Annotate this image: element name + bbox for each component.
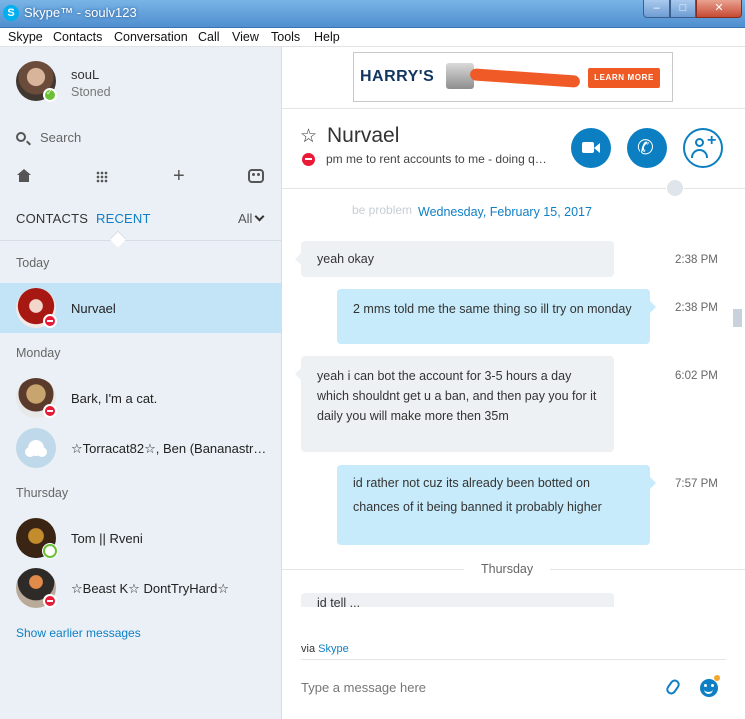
add-people-button[interactable]: +	[683, 128, 723, 168]
close-button[interactable]: ✕	[696, 0, 742, 18]
message-bubble-outgoing[interactable]: 2 mms told me the same thing so ill try …	[337, 289, 656, 344]
message-bubble-outgoing[interactable]: id rather not cuz its already been botte…	[337, 465, 656, 545]
minimize-button[interactable]: –	[643, 0, 670, 18]
message-time: 6:02 PM	[675, 370, 718, 382]
scrollbar-thumb[interactable]	[733, 309, 742, 327]
section-monday: Monday	[16, 346, 61, 360]
menu-call[interactable]: Call	[198, 30, 220, 44]
menu-bar: Skype Contacts Conversation Call View To…	[0, 28, 745, 47]
dialpad-icon[interactable]	[96, 171, 108, 183]
conversation-pane: HARRY'S LEARN MORE ☆ Nurvael pm me to re…	[282, 47, 745, 719]
tab-recent[interactable]: RECENT	[96, 211, 151, 226]
emoticon-badge	[714, 675, 720, 681]
message-time: 7:57 PM	[675, 478, 718, 490]
ad-brand: HARRY'S	[360, 68, 435, 85]
search-icon	[16, 132, 26, 142]
contact-item[interactable]: Bark, I'm a cat.	[0, 373, 281, 423]
menu-view[interactable]: View	[232, 30, 259, 44]
video-camera-icon	[582, 142, 594, 153]
menu-help[interactable]: Help	[314, 30, 340, 44]
section-today: Today	[16, 256, 50, 270]
search-placeholder: Search	[40, 130, 82, 145]
contact-item[interactable]: Nurvael	[0, 283, 281, 333]
divider	[0, 240, 281, 241]
person-icon	[695, 138, 704, 147]
message-bubble-incoming[interactable]: yeah i can bot the account for 3-5 hours…	[295, 356, 614, 452]
video-call-button[interactable]	[571, 128, 611, 168]
dnd-status-icon	[43, 594, 57, 608]
contact-name: Nurvael	[71, 301, 116, 316]
profile-name[interactable]: souL	[71, 67, 99, 82]
contact-name: ☆Torracat82☆, Ben (Bananastr…	[71, 441, 267, 456]
filter-dropdown[interactable]: All	[238, 211, 265, 226]
tab-contacts[interactable]: CONTACTS	[16, 211, 88, 226]
plus-icon: +	[707, 132, 717, 149]
date-banner: Wednesday, February 15, 2017	[418, 205, 592, 219]
online-status-icon	[43, 88, 57, 102]
section-thursday: Thursday	[16, 486, 69, 500]
contact-name: ☆Beast K☆ DontTryHard☆	[71, 581, 230, 596]
dnd-status-icon	[43, 404, 57, 418]
menu-conversation[interactable]: Conversation	[114, 30, 188, 44]
paperclip-icon[interactable]	[664, 677, 682, 697]
message-time: 2:38 PM	[675, 302, 718, 314]
search-box[interactable]: Search	[14, 129, 264, 149]
chat-title[interactable]: Nurvael	[327, 124, 399, 148]
title-bar: S Skype™ - soulv123 – □ ✕	[0, 0, 745, 28]
contact-name: Bark, I'm a cat.	[71, 391, 158, 406]
chat-mood: pm me to rent accounts to me - doing q…	[326, 152, 547, 166]
group-avatar-icon	[16, 428, 56, 468]
filter-label: All	[238, 211, 253, 226]
via-label: via Skype	[301, 643, 349, 655]
menu-skype[interactable]: Skype	[8, 30, 43, 44]
menu-tools[interactable]: Tools	[271, 30, 300, 44]
voice-call-button[interactable]: ✆	[627, 128, 667, 168]
divider	[301, 659, 726, 660]
star-icon[interactable]: ☆	[300, 125, 317, 148]
skype-logo-icon: S	[3, 5, 19, 21]
maximize-button[interactable]: □	[670, 0, 696, 18]
learn-more-button[interactable]: LEARN MORE	[588, 68, 660, 88]
bot-icon[interactable]	[248, 169, 264, 183]
partial-message-text: id tell ...	[317, 596, 361, 607]
contact-item[interactable]: ☆Beast K☆ DontTryHard☆	[0, 563, 281, 613]
phone-icon: ✆	[637, 137, 654, 159]
contact-item[interactable]: Tom || Rveni	[0, 513, 281, 563]
message-input[interactable]: Type a message here	[301, 680, 426, 695]
dnd-status-icon	[302, 153, 315, 166]
day-divider-label: Thursday	[464, 562, 551, 576]
person-body	[691, 149, 708, 158]
via-skype-link[interactable]: Skype	[318, 643, 349, 655]
message-time: 2:38 PM	[675, 254, 718, 266]
tab-indicator	[109, 230, 127, 248]
via-prefix: via	[301, 643, 316, 655]
contact-item[interactable]: ☆Torracat82☆, Ben (Bananastr…	[0, 423, 281, 473]
globe-icon	[666, 179, 684, 197]
show-earlier-messages-link[interactable]: Show earlier messages	[16, 626, 141, 640]
dnd-status-icon	[43, 314, 57, 328]
home-icon[interactable]	[16, 169, 32, 183]
message-bubble-incoming-partial[interactable]: id tell ...	[301, 593, 614, 607]
emoticon-icon[interactable]	[700, 679, 718, 697]
menu-contacts[interactable]: Contacts	[53, 30, 102, 44]
window-title: Skype™ - soulv123	[24, 5, 137, 20]
video-camera-lens	[594, 143, 600, 153]
ad-banner[interactable]: HARRY'S LEARN MORE	[353, 52, 673, 102]
faded-message-text: be problem	[352, 203, 413, 217]
away-status-icon	[43, 544, 57, 558]
divider	[282, 108, 745, 109]
plus-icon[interactable]: +	[173, 165, 185, 188]
contact-name: Tom || Rveni	[71, 531, 143, 546]
sidebar: souL Stoned Search + CONTACTS RECENT All…	[0, 47, 282, 719]
chevron-down-icon	[255, 211, 265, 222]
profile-mood[interactable]: Stoned	[71, 85, 111, 99]
razor-handle	[469, 68, 581, 88]
message-bubble-incoming[interactable]: yeah okay	[295, 241, 614, 277]
